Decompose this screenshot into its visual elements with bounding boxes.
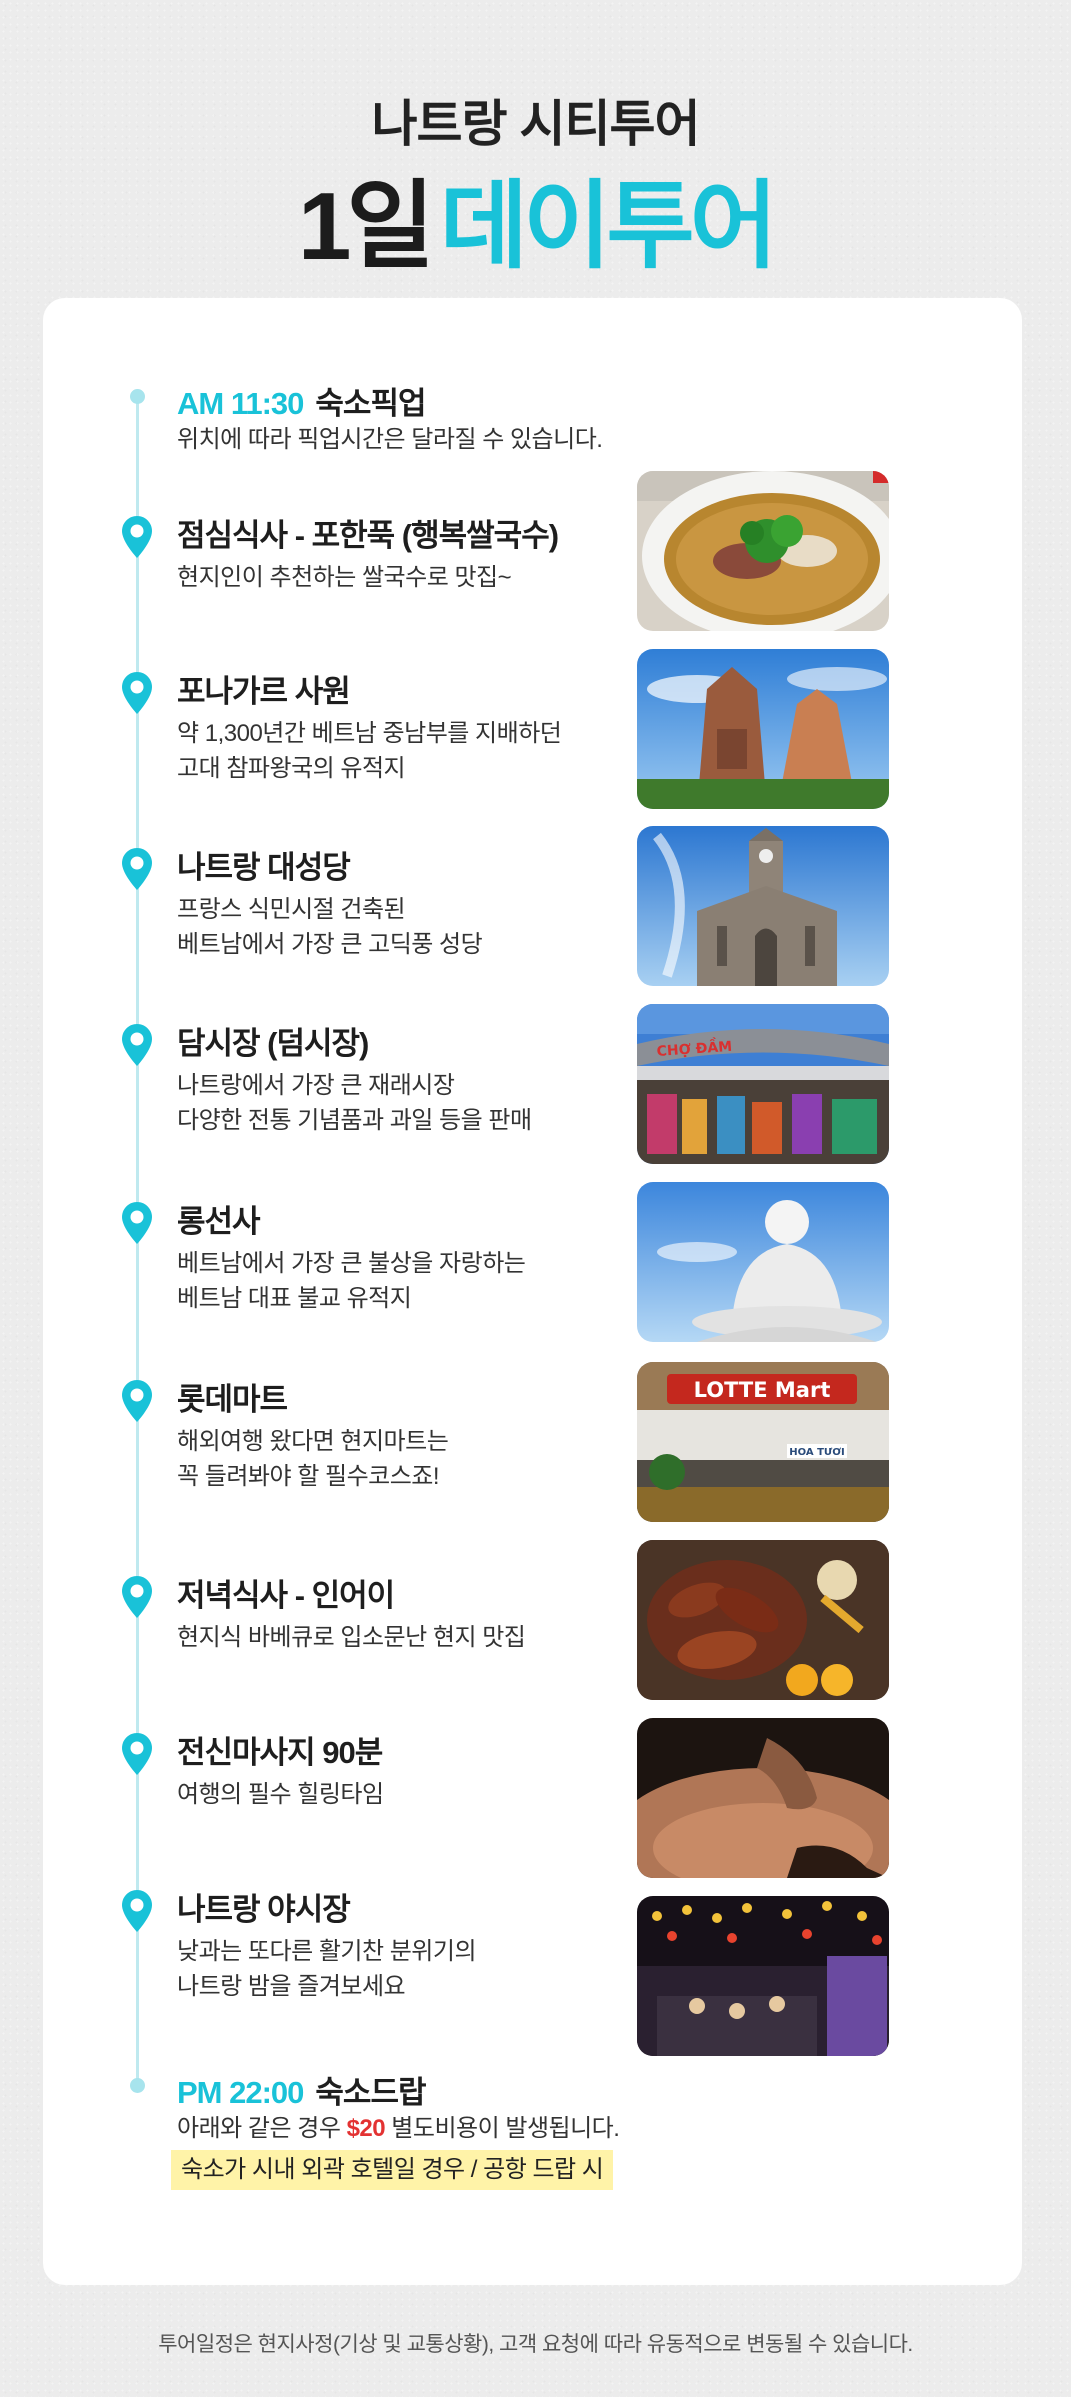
timeline-start-dot: [130, 389, 145, 404]
extra-cost-price: $20: [346, 2115, 386, 2142]
stop-photo-night-market: [637, 1896, 889, 2056]
stop-title: 나트랑 야시장: [177, 1892, 351, 1927]
location-pin-icon: [122, 848, 152, 890]
stop-description: 낮과는 또다른 활기찬 분위기의 나트랑 밤을 즐겨보세요: [177, 1938, 477, 2000]
stop-photo-nha-trang-cathedral: [637, 826, 889, 986]
stop-title: 점심식사 - 포한푹 (행복쌀국수): [177, 518, 559, 553]
page-subtitle: 나트랑 시티투어: [371, 96, 701, 152]
stop-title: 전신마사지 90분: [177, 1735, 383, 1770]
stop-description: 현지인이 추천하는 쌀국수로 맛집~: [177, 564, 512, 591]
title-accent: 데이투어: [439, 173, 778, 280]
stop-description: 해외여행 왔다면 현지마트는 꼭 들려봐야 할 필수코스죠!: [177, 1428, 449, 1490]
stop-photo-massage: [637, 1718, 889, 1878]
stop-description: 현지식 바베큐로 입소문난 현지 맛집: [177, 1624, 526, 1651]
end-description: 아래와 같은 경우 $20 별도비용이 발생됩니다.: [177, 2111, 620, 2146]
stop-title: 포나가르 사원: [177, 674, 351, 709]
stop-title: 롯데마트: [177, 1382, 288, 1417]
extra-cost-condition: 숙소가 시내 외곽 호텔일 경우 / 공항 드랍 시: [171, 2150, 614, 2190]
stop-description: 나트랑에서 가장 큰 재래시장 다양한 전통 기념품과 과일 등을 판매: [177, 1072, 532, 1134]
location-pin-icon: [122, 1733, 152, 1775]
page-header: 나트랑 시티투어 1일 데이투어: [0, 0, 1071, 280]
location-pin-icon: [122, 1890, 152, 1932]
location-pin-icon: [122, 1380, 152, 1422]
start-label: 숙소픽업: [315, 386, 426, 421]
location-pin-icon: [122, 516, 152, 558]
svg-text:LOTTE Mart: LOTTE Mart: [694, 1378, 831, 1402]
stop-title: 저녁식사 - 인어이: [177, 1578, 395, 1613]
stop-photo-pho-noodle-soup: [637, 471, 889, 631]
stop-photo-long-son-buddha: [637, 1182, 889, 1342]
location-pin-icon: [122, 1024, 152, 1066]
end-desc-after: 별도비용이 발생됩니다.: [385, 2115, 620, 2142]
footnote: 투어일정은 현지사정(기상 및 교통상황), 고객 요청에 따라 유동적으로 변…: [158, 2333, 913, 2356]
svg-text:HOA TƯƠI: HOA TƯƠI: [789, 1447, 844, 1458]
title-main: 1일: [298, 173, 435, 280]
page-title: 1일 데이투어: [0, 148, 1071, 287]
location-pin-icon: [122, 672, 152, 714]
stop-photo-lotte-mart: LOTTE Mart HOA TƯƠI: [637, 1362, 889, 1522]
stop-description: 여행의 필수 힐링타임: [177, 1781, 384, 1808]
start-description: 위치에 따라 픽업시간은 달라질 수 있습니다.: [177, 426, 603, 453]
end-time: PM 22:00: [177, 2075, 304, 2110]
location-pin-icon: [122, 1202, 152, 1244]
stop-title: 나트랑 대성당: [177, 850, 351, 885]
stop-description: 프랑스 식민시절 건축된 베트남에서 가장 큰 고딕풍 성당: [177, 896, 483, 958]
stop-title: 담시장 (덤시장): [177, 1026, 369, 1061]
stop-photo-ponagar-tower: [637, 649, 889, 809]
end-desc-before: 아래와 같은 경우: [177, 2115, 347, 2142]
start-time: AM 11:30: [177, 386, 304, 421]
stop-description: 약 1,300년간 베트남 중남부를 지배하던 고대 참파왕국의 유적지: [177, 720, 562, 782]
timeline-end-dot: [130, 2078, 145, 2093]
stop-photo-bbq-dinner: [637, 1540, 889, 1700]
start-time-row: AM 11:30 숙소픽업: [177, 378, 427, 423]
stop-description: 베트남에서 가장 큰 불상을 자랑하는 베트남 대표 불교 유적지: [177, 1250, 526, 1312]
end-label: 숙소드랍: [315, 2075, 426, 2110]
stop-title: 롱선사: [177, 1204, 261, 1239]
location-pin-icon: [122, 1576, 152, 1618]
stop-photo-dam-market: CHỢ ĐẦM: [637, 1004, 889, 1164]
end-time-row: PM 22:00 숙소드랍: [177, 2067, 427, 2112]
